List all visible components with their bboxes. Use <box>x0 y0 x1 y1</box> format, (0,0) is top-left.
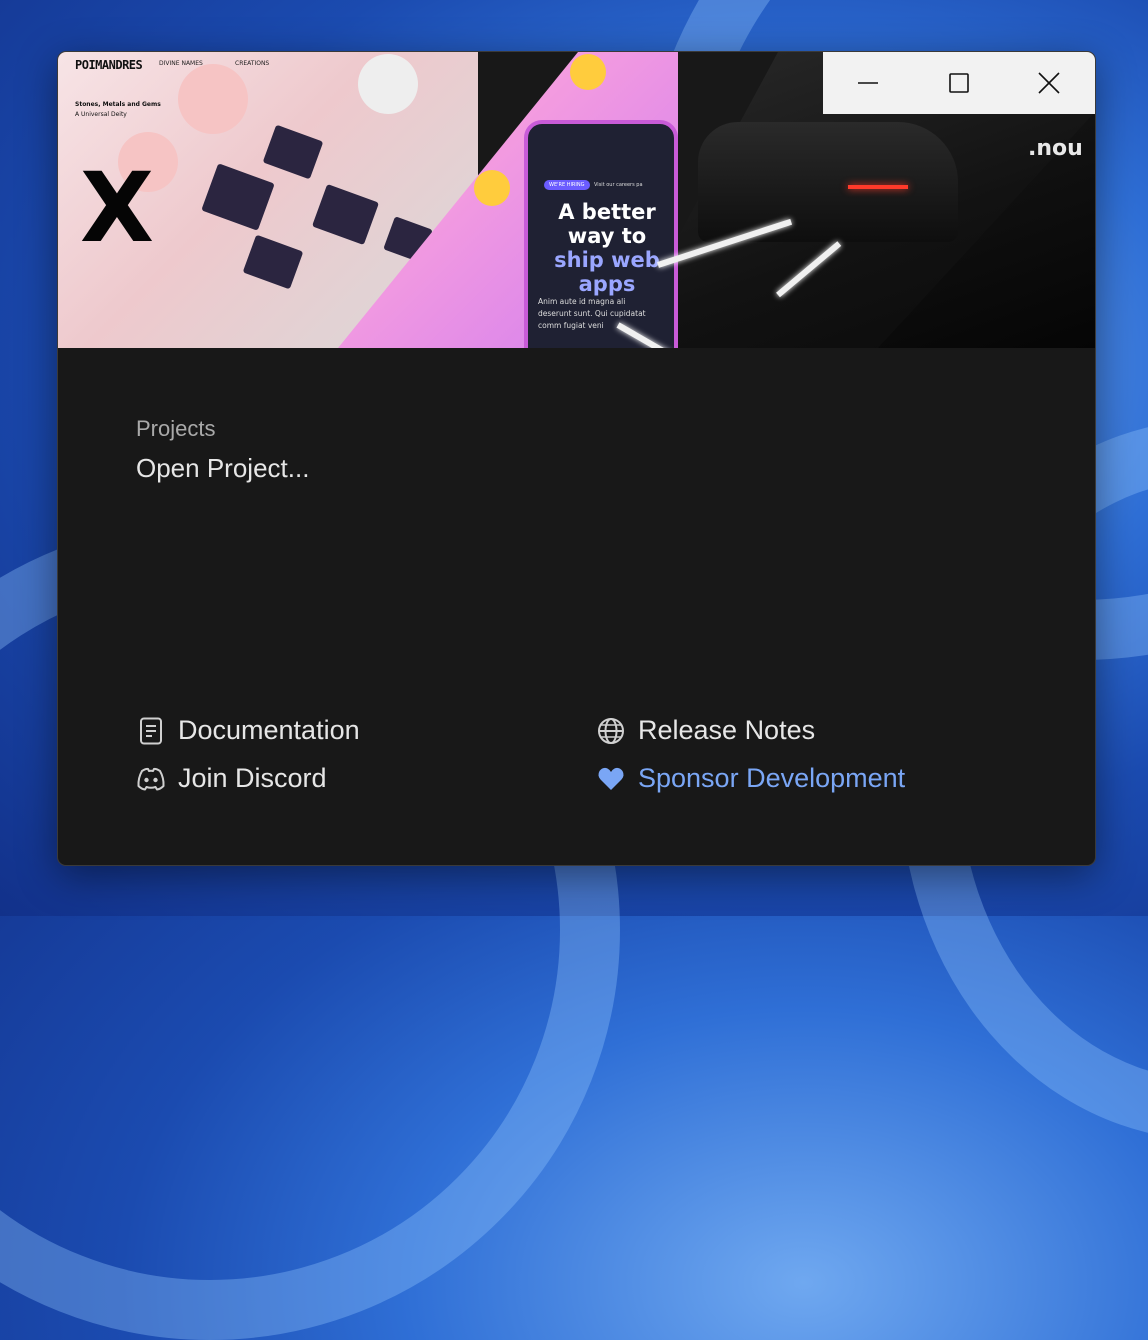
hero-nav-item: CREATIONS <box>235 60 270 67</box>
hero-phone: WE'RE HIRING Visit our careers pa A bett… <box>524 120 678 348</box>
emoji-icon <box>570 54 606 90</box>
globe-icon <box>596 716 626 746</box>
hero-nav-item: DIVINE NAMES <box>159 60 203 67</box>
release-notes-link[interactable]: Release Notes <box>596 715 815 746</box>
hero-tagline: A Universal Deity <box>75 111 127 118</box>
phone-careers: Visit our careers pa <box>594 182 643 188</box>
emoji-icon <box>474 170 510 206</box>
document-icon <box>136 716 166 746</box>
discord-icon <box>136 764 166 794</box>
minimize-icon <box>858 82 879 84</box>
open-project-link[interactable]: Open Project... <box>136 453 309 484</box>
heart-icon <box>596 764 626 794</box>
hero-big-x: X <box>80 152 155 264</box>
hero-brand: POIMANDRES <box>75 58 143 72</box>
projects-heading: Projects <box>136 416 216 441</box>
maximize-icon <box>949 73 969 93</box>
hero-overlay-text: .nou <box>1028 136 1083 161</box>
car-taillight <box>848 185 908 189</box>
hero-subtitle: Stones, Metals and Gems <box>75 101 161 108</box>
release-notes-label: Release Notes <box>638 715 816 745</box>
discord-label: Join Discord <box>178 763 327 793</box>
documentation-link[interactable]: Documentation <box>136 715 360 746</box>
sponsor-link[interactable]: Sponsor Development <box>596 763 905 794</box>
phone-badge: WE'RE HIRING <box>544 180 590 190</box>
phone-headline-accent: ship web apps <box>554 248 660 296</box>
app-window: POIMANDRES DIVINE NAMES CREATIONS Stones… <box>57 51 1096 866</box>
sponsor-label: Sponsor Development <box>638 763 906 793</box>
phone-headline: A better way to <box>558 200 656 248</box>
phone-body: Anim aute id magna ali deserunt sunt. Qu… <box>538 297 646 330</box>
close-button[interactable] <box>1004 52 1095 114</box>
discord-link[interactable]: Join Discord <box>136 763 327 794</box>
window-controls <box>823 52 1095 114</box>
maximize-button[interactable] <box>914 52 1005 114</box>
hero-car <box>698 122 958 242</box>
documentation-label: Documentation <box>178 715 360 745</box>
minimize-button[interactable] <box>823 52 914 114</box>
close-icon <box>1038 72 1061 94</box>
